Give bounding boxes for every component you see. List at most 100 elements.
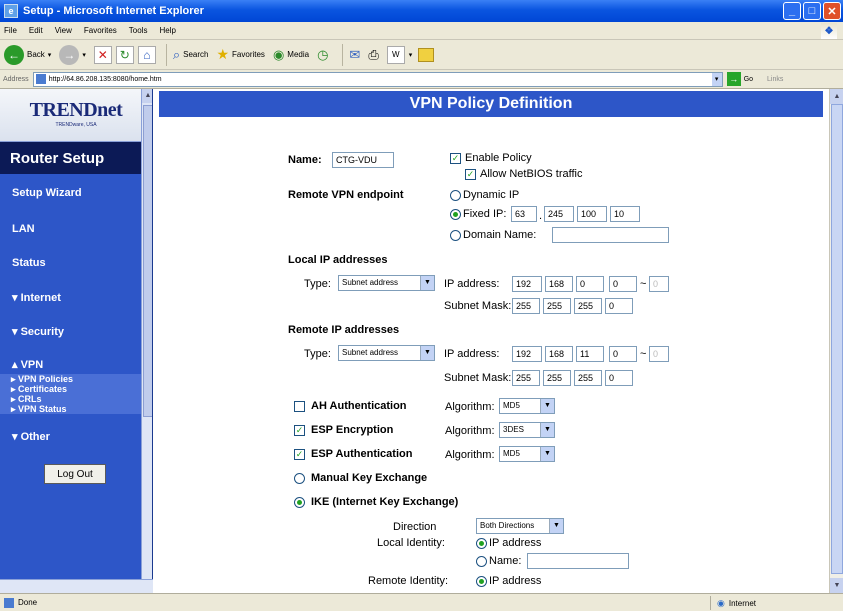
enable-policy-label: Enable Policy (465, 152, 532, 164)
fixed-ip-octet-1[interactable]: 63 (511, 206, 537, 222)
sidebar-item-vpn[interactable]: ▴ VPN (0, 348, 152, 374)
menu-view[interactable]: View (55, 26, 72, 35)
menu-edit[interactable]: Edit (29, 26, 43, 35)
sidebar-item-status[interactable]: Status (0, 246, 152, 280)
direction-select[interactable]: Both Directions ▼ (476, 518, 564, 534)
fixed-ip-octet-4[interactable]: 10 (610, 206, 640, 222)
local-ip-octet-3[interactable]: 0 (576, 276, 604, 292)
sidebar-item-security[interactable]: ▾ Security (0, 314, 152, 348)
media-button[interactable]: ◉ Media (273, 43, 309, 67)
maximize-button[interactable]: □ (803, 2, 821, 20)
manual-key-label: Manual Key Exchange (311, 472, 428, 484)
sidebar-item-vpn-status[interactable]: ▸ VPN Status (11, 404, 152, 414)
remote-range-end-input[interactable]: 0 (649, 346, 669, 362)
edit-icon[interactable]: W (386, 45, 405, 64)
sidebar-item-other[interactable]: ▾ Other (0, 414, 152, 458)
edit-dropdown-icon[interactable]: ▾ (409, 51, 413, 59)
search-button[interactable]: ⌕ Search (173, 43, 209, 67)
main-scroll-thumb[interactable] (831, 104, 843, 574)
go-arrow-icon[interactable]: → (726, 72, 741, 86)
policy-name-input[interactable]: CTG-VDU (332, 152, 394, 168)
esp-auth-checkbox[interactable]: ✓ (294, 449, 305, 460)
remote-ip-octet-1[interactable]: 192 (512, 346, 542, 362)
local-mask-octet-4[interactable]: 0 (605, 298, 633, 314)
menu-file[interactable]: File (4, 26, 17, 35)
go-button[interactable]: Go (744, 76, 753, 83)
local-identity-name-input[interactable] (527, 553, 629, 569)
sidebar-item-vpn-policies[interactable]: ▸ VPN Policies (11, 374, 152, 384)
local-identity-name-radio[interactable] (476, 556, 487, 567)
fixed-ip-radio[interactable] (450, 209, 461, 220)
remote-identity-ip-radio[interactable] (476, 576, 487, 587)
scroll-up-icon[interactable]: ▲ (142, 89, 152, 103)
sidebar-item-crls[interactable]: ▸ CRLs (11, 394, 152, 404)
scroll-down-icon[interactable]: ▼ (830, 578, 843, 593)
folder-icon[interactable] (418, 47, 435, 62)
local-type-select[interactable]: Subnet address ▼ (338, 275, 435, 291)
menu-tools[interactable]: Tools (129, 26, 148, 35)
ike-radio[interactable] (294, 497, 305, 508)
home-icon[interactable]: ⌂ (137, 45, 156, 64)
favorites-button[interactable]: ★ Favorites (216, 43, 264, 67)
esp-enc-algorithm-select[interactable]: 3DES ▼ (499, 422, 555, 438)
fixed-ip-octet-2[interactable]: 245 (544, 206, 574, 222)
stop-icon[interactable]: ✕ (93, 45, 112, 64)
sidebar-item-certificates[interactable]: ▸ Certificates (11, 384, 152, 394)
ah-auth-checkbox[interactable]: ✓ (294, 401, 305, 412)
ah-algorithm-select[interactable]: MD5 ▼ (499, 398, 555, 414)
menu-favorites[interactable]: Favorites (84, 26, 117, 35)
sidebar-scrollbar[interactable]: ▲ ▼ (141, 89, 152, 593)
remote-mask-octet-4[interactable]: 0 (605, 370, 633, 386)
forward-dropdown-icon[interactable]: ▾ (82, 51, 86, 59)
remote-ip-octet-2[interactable]: 168 (545, 346, 573, 362)
enable-policy-checkbox[interactable]: ✓ (450, 153, 461, 164)
esp-encryption-label: ESP Encryption (311, 424, 394, 436)
allow-netbios-checkbox[interactable]: ✓ (465, 169, 476, 180)
sidebar-item-setup-wizard[interactable]: Setup Wizard (0, 174, 152, 212)
local-mask-octet-3[interactable]: 255 (574, 298, 602, 314)
sidebar-item-internet[interactable]: ▾ Internet (0, 280, 152, 314)
esp-auth-algorithm-select[interactable]: MD5 ▼ (499, 446, 555, 462)
range-tilde: ~ (640, 278, 647, 290)
remote-mask-octet-1[interactable]: 255 (512, 370, 540, 386)
sidebar-scroll-thumb[interactable] (143, 105, 152, 417)
remote-ip-octet-4[interactable]: 0 (609, 346, 637, 362)
minimize-button[interactable]: _ (783, 2, 801, 20)
back-dropdown-icon[interactable]: ▾ (48, 51, 52, 59)
dynamic-ip-radio[interactable] (450, 190, 461, 201)
local-mask-octet-2[interactable]: 255 (543, 298, 571, 314)
remote-mask-octet-3[interactable]: 255 (574, 370, 602, 386)
address-dropdown-icon[interactable]: ▾ (711, 72, 722, 86)
back-button[interactable]: ← Back ▾ (4, 43, 51, 67)
local-identity-label: Local Identity: (377, 537, 445, 549)
domain-name-radio[interactable] (450, 230, 461, 241)
local-mask-octet-1[interactable]: 255 (512, 298, 540, 314)
local-ip-octet-1[interactable]: 192 (512, 276, 542, 292)
print-icon[interactable]: ⎙ (368, 47, 378, 63)
refresh-icon[interactable]: ↻ (115, 45, 134, 64)
remote-mask-octet-2[interactable]: 255 (543, 370, 571, 386)
remote-ip-octet-3[interactable]: 11 (576, 346, 604, 362)
sidebar-item-lan[interactable]: LAN (0, 212, 152, 246)
main-scrollbar[interactable]: ▲ ▼ (829, 89, 843, 593)
fixed-ip-octet-3[interactable]: 100 (577, 206, 607, 222)
local-ip-octet-4[interactable]: 0 (609, 276, 637, 292)
local-range-end-input[interactable]: 0 (649, 276, 669, 292)
remote-type-select[interactable]: Subnet address ▼ (338, 345, 435, 361)
esp-encryption-checkbox[interactable]: ✓ (294, 425, 305, 436)
local-ip-octet-2[interactable]: 168 (545, 276, 573, 292)
close-button[interactable]: ✕ (823, 2, 841, 20)
window-title: Setup - Microsoft Internet Explorer (23, 5, 204, 17)
history-icon[interactable]: ◷ (317, 47, 328, 63)
mail-icon[interactable]: ✉ (349, 47, 360, 63)
logout-button[interactable]: Log Out (44, 464, 106, 484)
manual-key-radio[interactable] (294, 473, 305, 484)
address-input[interactable]: http://64.86.208.135:8080/home.htm ▾ (32, 71, 723, 87)
forward-button[interactable]: → ▾ (59, 43, 86, 67)
sidebar-horizontal-scrollbar[interactable] (0, 579, 153, 593)
links-button[interactable]: Links (767, 76, 783, 83)
local-identity-ip-radio[interactable] (476, 538, 487, 549)
scroll-up-icon[interactable]: ▲ (830, 89, 843, 104)
domain-name-input[interactable] (552, 227, 669, 243)
menu-help[interactable]: Help (159, 26, 175, 35)
